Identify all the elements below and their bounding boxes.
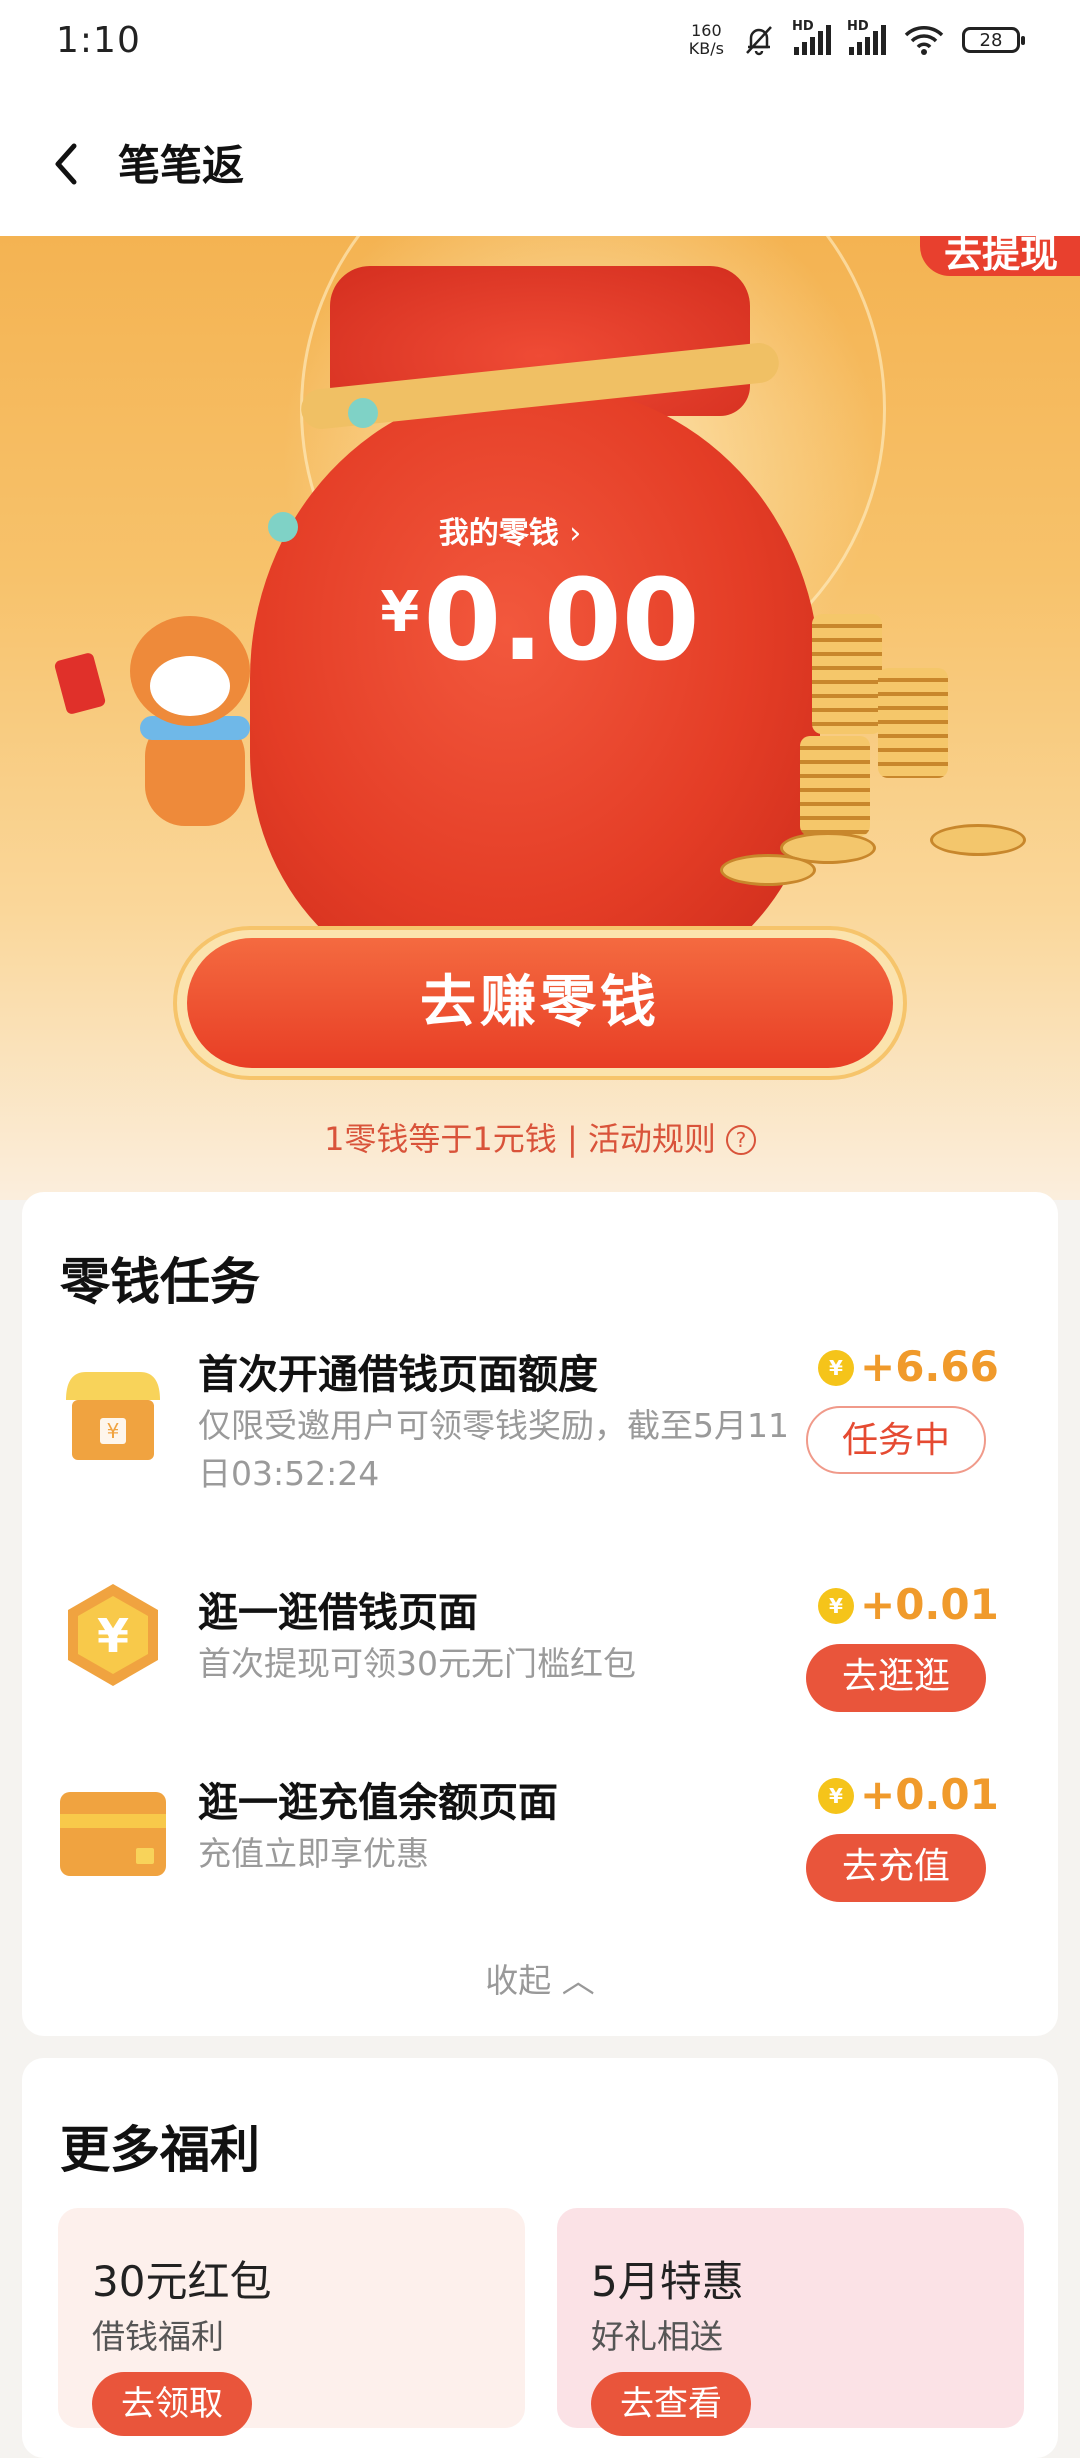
status-time: 1:10 [56, 20, 141, 61]
perk-claim-button[interactable]: 去领取 [92, 2372, 252, 2436]
question-circle-icon: ? [725, 1125, 756, 1155]
reward-value: +0.01 [860, 1770, 999, 1819]
signal-icon-2: HD [847, 19, 886, 55]
card-icon [60, 1792, 166, 1876]
money-bag-illustration [250, 386, 820, 996]
browse-button[interactable]: 去逛逛 [806, 1644, 986, 1712]
task-description: 充值立即享优惠 [198, 1834, 429, 1873]
task-reward: ¥ +0.01 [818, 1770, 999, 1819]
perk-title: 5月特惠 [591, 2257, 744, 2306]
coin [930, 824, 1026, 856]
status-bar: 1:10 160 KB/s HD HD 28 [0, 0, 1080, 92]
net-speed-unit: KB/s [688, 39, 724, 58]
task-in-progress-button[interactable]: 任务中 [806, 1406, 986, 1474]
back-arrow-icon[interactable] [40, 134, 100, 194]
mute-bell-icon [746, 26, 772, 56]
page-title: 笔笔返 [118, 141, 245, 190]
task-reward: ¥ +6.66 [818, 1342, 999, 1391]
coin-icon: ¥ [818, 1350, 854, 1386]
coin-icon: ¥ [818, 1588, 854, 1624]
shop-icon: ¥ [66, 1372, 160, 1460]
wallet-balance: ¥0.00 [0, 556, 1080, 686]
bead-decoration [348, 398, 378, 428]
signal-icon-1: HD [792, 19, 831, 55]
status-icons: 160 KB/s HD HD 28 [689, 19, 1025, 58]
yuan-hexagon-icon: ¥ [68, 1584, 158, 1686]
task-description: 仅限受邀用户可领零钱奖励，截至5月11日03:52:24 [198, 1406, 789, 1493]
wifi-icon [904, 26, 944, 55]
withdraw-button[interactable]: 去提现 [920, 236, 1080, 276]
reward-value: +0.01 [860, 1580, 999, 1629]
perk-card[interactable]: 5月特惠 好礼相送 去查看 [557, 2208, 1024, 2436]
activity-rules-link[interactable]: 1零钱等于1元钱 | 活动规则? [0, 1114, 1080, 1160]
svg-text:¥: ¥ [97, 1609, 129, 1663]
perk-subtitle: 借钱福利 [92, 2317, 224, 2356]
perk-card[interactable]: 30元红包 借钱福利 去领取 [58, 2208, 525, 2436]
earn-button-frame: 去赚零钱 [173, 926, 907, 1080]
sim2-label: HD [847, 19, 869, 34]
coin [720, 854, 816, 886]
perk-view-button[interactable]: 去查看 [591, 2372, 751, 2436]
rule-text: 1零钱等于1元钱 | 活动规则 [324, 1120, 716, 1158]
wallet-hero: 去提现 我的零钱 › ¥0.00 去赚零钱 1零钱等于1元钱 | 活动规则? [0, 236, 1080, 1200]
sim1-label: HD [792, 19, 814, 34]
more-benefits-title: 更多福利 [60, 2121, 260, 2179]
balance-amount: 0.00 [423, 556, 700, 686]
reward-value: +6.66 [860, 1342, 999, 1391]
task-title: 逛一逛充值余额页面 [198, 1780, 558, 1826]
more-benefits-card: 更多福利 30元红包 借钱福利 去领取 5月特惠 好礼相送 去查看 [22, 2058, 1058, 2458]
currency-symbol: ¥ [380, 580, 420, 645]
net-speed-value: 160 [691, 21, 722, 40]
coin-icon: ¥ [818, 1778, 854, 1814]
task-reward: ¥ +0.01 [818, 1580, 999, 1629]
task-card: 零钱任务 ¥ 首次开通借钱页面额度 仅限受邀用户可领零钱奖励，截至5月11日03… [22, 1192, 1058, 2036]
top-app-bar: 笔笔返 [0, 92, 1080, 236]
task-title: 逛一逛借钱页面 [198, 1590, 478, 1636]
task-title: 首次开通借钱页面额度 [198, 1352, 598, 1398]
chevron-up-icon: ︿ [561, 1961, 595, 2000]
my-wallet-link[interactable]: 我的零钱 › [0, 508, 1080, 552]
coin-stack [800, 736, 870, 836]
chevron-right-icon: › [569, 516, 582, 551]
my-wallet-label: 我的零钱 [438, 516, 559, 551]
svg-text:¥: ¥ [107, 1419, 120, 1443]
collapse-toggle[interactable]: 收起 ︿ [22, 1954, 1058, 2002]
perk-subtitle: 好礼相送 [591, 2317, 723, 2356]
earn-money-button[interactable]: 去赚零钱 [187, 938, 893, 1068]
task-description: 首次提现可领30元无门槛红包 [198, 1644, 636, 1683]
task-section-title: 零钱任务 [60, 1253, 260, 1311]
battery-icon: 28 [962, 27, 1025, 53]
collapse-label: 收起 [485, 1961, 552, 2000]
perk-title: 30元红包 [92, 2257, 272, 2306]
net-speed: 160 KB/s [689, 22, 724, 58]
recharge-button[interactable]: 去充值 [806, 1834, 986, 1902]
